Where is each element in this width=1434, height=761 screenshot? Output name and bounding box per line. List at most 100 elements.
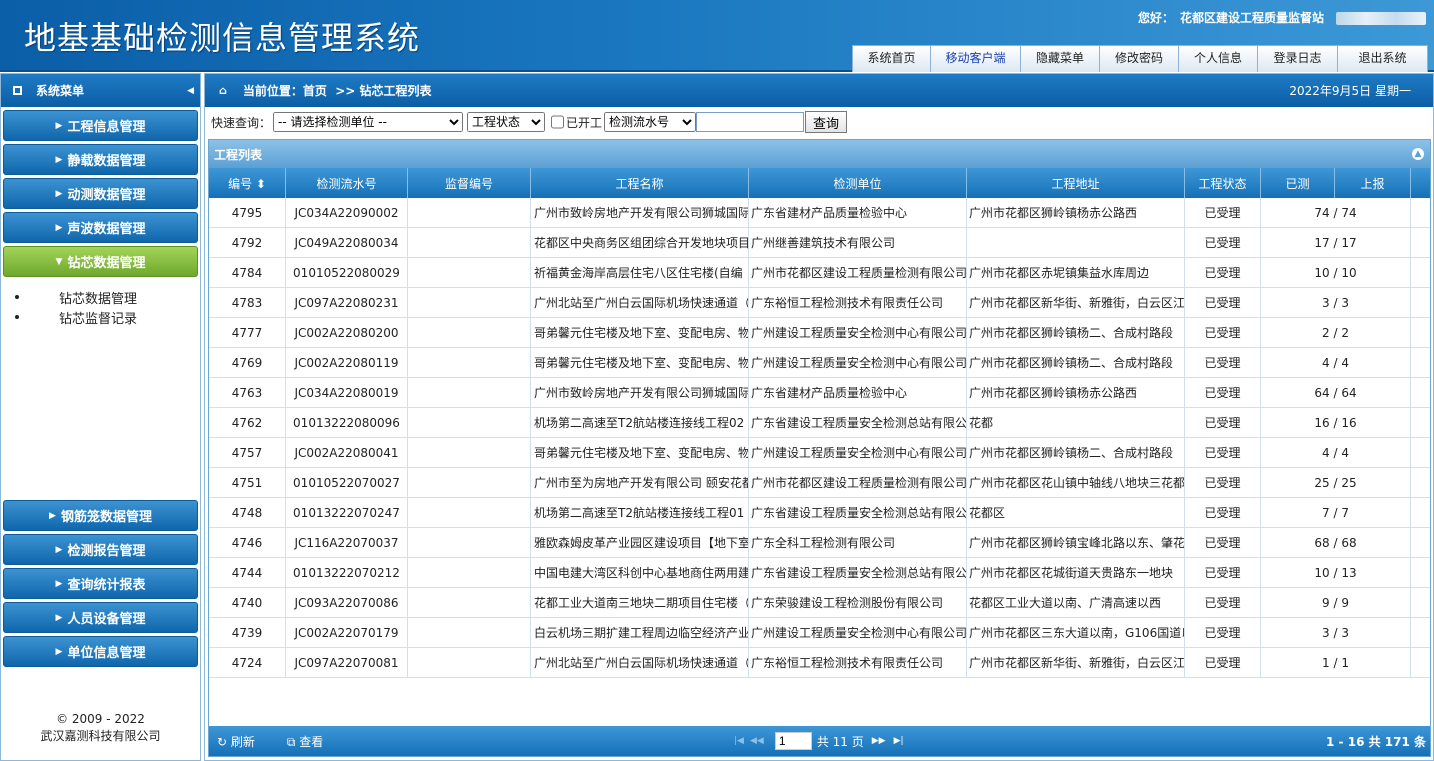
cell-sup [408,558,531,587]
submenu-core-supervision[interactable]: 钻芯监督记录 [15,307,200,327]
cell-addr: 广州市花都区狮岭镇杨二、合成村路段 [967,438,1185,467]
top-nav: 系统首页 移动客户端 隐藏菜单 修改密码 个人信息 登录日志 退出系统 [852,45,1428,72]
menu-staff-equipment[interactable]: ▶ 人员设备管理 [3,602,198,633]
last-page-icon[interactable]: ▶| [894,736,904,746]
table-row[interactable]: 4757 JC002A22080041 哥弟馨元住宅楼及地下室、变配电房、物 广州建设… [209,438,1430,468]
cell-flow: 01013222070247 [286,498,408,527]
chevron-right-icon: ▶ [55,222,63,233]
cell-flow: JC002A22080041 [286,438,408,467]
menu-static-load[interactable]: ▶ 静载数据管理 [3,144,198,175]
nav-change-password[interactable]: 修改密码 [1099,45,1179,72]
nav-login-log[interactable]: 登录日志 [1257,45,1338,72]
table-row[interactable]: 4783 JC097A22080231 广州北站至广州白云国际机场快速通道（ 广东裕恒… [209,288,1430,318]
page-number-input[interactable] [774,732,812,750]
cell-name: 广州北站至广州白云国际机场快速通道（ [531,648,749,677]
menu-sonic-wave[interactable]: ▶ 声波数据管理 [3,212,198,243]
col-tested[interactable]: 已测 [1261,168,1335,198]
menu-core-drilling[interactable]: ▼ 钻芯数据管理 [3,246,198,277]
nav-mobile-client[interactable]: 移动客户端 [930,45,1021,72]
cell-sup [408,498,531,527]
table-row[interactable]: 4792 JC049A22080034 花都区中央商务区组团综合开发地块项目 广州继善… [209,228,1430,258]
table-row[interactable]: 4744 01013222070212 中国电建大湾区科创中心基地商住两用建 广东省建… [209,558,1430,588]
collapse-up-icon[interactable]: ▲ [1412,148,1424,160]
table-row[interactable]: 4739 JC002A22070179 白云机场三期扩建工程周边临空经济产业 广州建设… [209,618,1430,648]
cell-sup [408,288,531,317]
view-button[interactable]: ⧉ 查看 [287,733,339,750]
test-unit-select[interactable]: -- 请选择检测单位 -- [273,112,464,132]
col-status[interactable]: 工程状态 [1185,168,1261,198]
menu-test-report[interactable]: ▶ 检测报告管理 [3,534,198,565]
project-status-select[interactable]: 工程状态 [467,112,546,132]
cell-tested: 3 / 3 [1261,288,1411,317]
chevron-right-icon: ▶ [55,578,63,589]
cell-status: 已受理 [1185,588,1261,617]
started-checkbox[interactable] [551,112,565,132]
first-page-icon[interactable]: |◀ [734,736,744,746]
cell-name: 雅欧森姆皮革产业园区建设项目【地下室 [531,528,749,557]
cell-status: 已受理 [1185,288,1261,317]
col-supervision-no[interactable]: 监督编号 [408,168,531,198]
menu-unit-info[interactable]: ▶ 单位信息管理 [3,636,198,667]
table-row[interactable]: 4724 JC097A22070081 广州北站至广州白云国际机场快速通道（ 广东裕恒… [209,648,1430,678]
cell-unit: 广东省建材产品质量检验中心 [749,378,967,407]
col-flow-no[interactable]: 检测流水号 [286,168,408,198]
query-input[interactable] [696,112,805,132]
cell-name: 哥弟馨元住宅楼及地下室、变配电房、物 [531,438,749,467]
table-row[interactable]: 4784 01010522080029 祈福黄金海岸高层住宅八区住宅楼(自编 广州市花… [209,258,1430,288]
cell-unit: 广东裕恒工程检测技术有限责任公司 [749,648,967,677]
cell-unit: 广东省建设工程质量安全检测总站有限公 [749,558,967,587]
cell-status: 已受理 [1185,648,1261,677]
panel-title: 工程列表 ▲ [209,140,1430,168]
cell-unit: 广东省建材产品质量检验中心 [749,198,967,227]
col-project-name[interactable]: 工程名称 [531,168,749,198]
nav-hide-menu[interactable]: 隐藏菜单 [1020,45,1100,72]
next-page-icon[interactable]: ▶▶ [872,736,886,746]
cell-sup [408,378,531,407]
nav-home[interactable]: 系统首页 [852,45,931,72]
cell-flow: 01010522070027 [286,468,408,497]
col-test-unit[interactable]: 检测单位 [749,168,967,198]
cell-id: 4792 [209,228,286,257]
greeting-label: 您好： [1138,11,1175,25]
menu-rebar-cage[interactable]: ▶ 钢筋笼数据管理 [3,500,198,531]
collapse-left-icon[interactable]: ◀ [187,86,194,96]
submenu-core-data[interactable]: 钻芯数据管理 [15,287,200,307]
cell-status: 已受理 [1185,408,1261,437]
cell-tested: 68 / 68 [1261,528,1411,557]
table-row[interactable]: 4769 JC002A22080119 哥弟馨元住宅楼及地下室、变配电房、物 广州建设… [209,348,1430,378]
cell-id: 4748 [209,498,286,527]
query-field-select[interactable]: 检测流水号 [604,112,697,132]
table-row[interactable]: 4746 JC116A22070037 雅欧森姆皮革产业园区建设项目【地下室 广东全科… [209,528,1430,558]
col-address[interactable]: 工程地址 [967,168,1185,198]
grid-header: 编号 ⬍ 检测流水号 监督编号 工程名称 检测单位 工程地址 工程状态 已测 上… [209,168,1430,198]
col-id[interactable]: 编号 ⬍ [209,168,286,198]
home-icon[interactable]: ⌂ [219,84,227,97]
cell-id: 4777 [209,318,286,347]
cell-id: 4763 [209,378,286,407]
table-row[interactable]: 4751 01010522070027 广州市至为房地产开发有限公司 颐安花都 广州市… [209,468,1430,498]
grid-body: 4795 JC034A22090002 广州市致岭房地产开发有限公司狮城国际 广东省建… [209,198,1430,678]
menu-query-stats[interactable]: ▶ 查询统计报表 [3,568,198,599]
table-row[interactable]: 4763 JC034A22080019 广州市致岭房地产开发有限公司狮城国际 广东省建… [209,378,1430,408]
prev-page-icon[interactable]: ◀◀ [750,736,764,746]
nav-logout[interactable]: 退出系统 [1337,45,1428,72]
cell-unit: 广东省建设工程质量安全检测总站有限公 [749,498,967,527]
cell-id: 4724 [209,648,286,677]
table-row[interactable]: 4777 JC002A22080200 哥弟馨元住宅楼及地下室、变配电房、物 广州建设… [209,318,1430,348]
table-row[interactable]: 4795 JC034A22090002 广州市致岭房地产开发有限公司狮城国际 广东省建… [209,198,1430,228]
table-row[interactable]: 4740 JC093A22070086 花都工业大道南三地块二期项目住宅楼（ 广东荣骏… [209,588,1430,618]
query-button[interactable]: 查询 [805,111,848,133]
quick-query-bar: 快速查询： -- 请选择检测单位 -- 工程状态 已开工 检测流水号 查询 [205,107,1433,137]
col-reported[interactable]: 上报 [1335,168,1411,198]
cell-flow: JC093A22070086 [286,588,408,617]
cell-tested: 10 / 13 [1261,558,1411,587]
nav-profile[interactable]: 个人信息 [1178,45,1258,72]
table-row[interactable]: 4748 01013222070247 机场第二高速至T2航站楼连接线工程01 广东省… [209,498,1430,528]
menu-project-info[interactable]: ▶ 工程信息管理 [3,110,198,141]
user-greeting: 您好： 花都区建设工程质量监督站 [1138,9,1427,26]
cell-status: 已受理 [1185,228,1261,257]
table-row[interactable]: 4762 01013222080096 机场第二高速至T2航站楼连接线工程02 广东省… [209,408,1430,438]
cell-tested: 3 / 3 [1261,618,1411,647]
refresh-button[interactable]: ↻ 刷新 [217,733,271,750]
menu-dynamic-test[interactable]: ▶ 动测数据管理 [3,178,198,209]
